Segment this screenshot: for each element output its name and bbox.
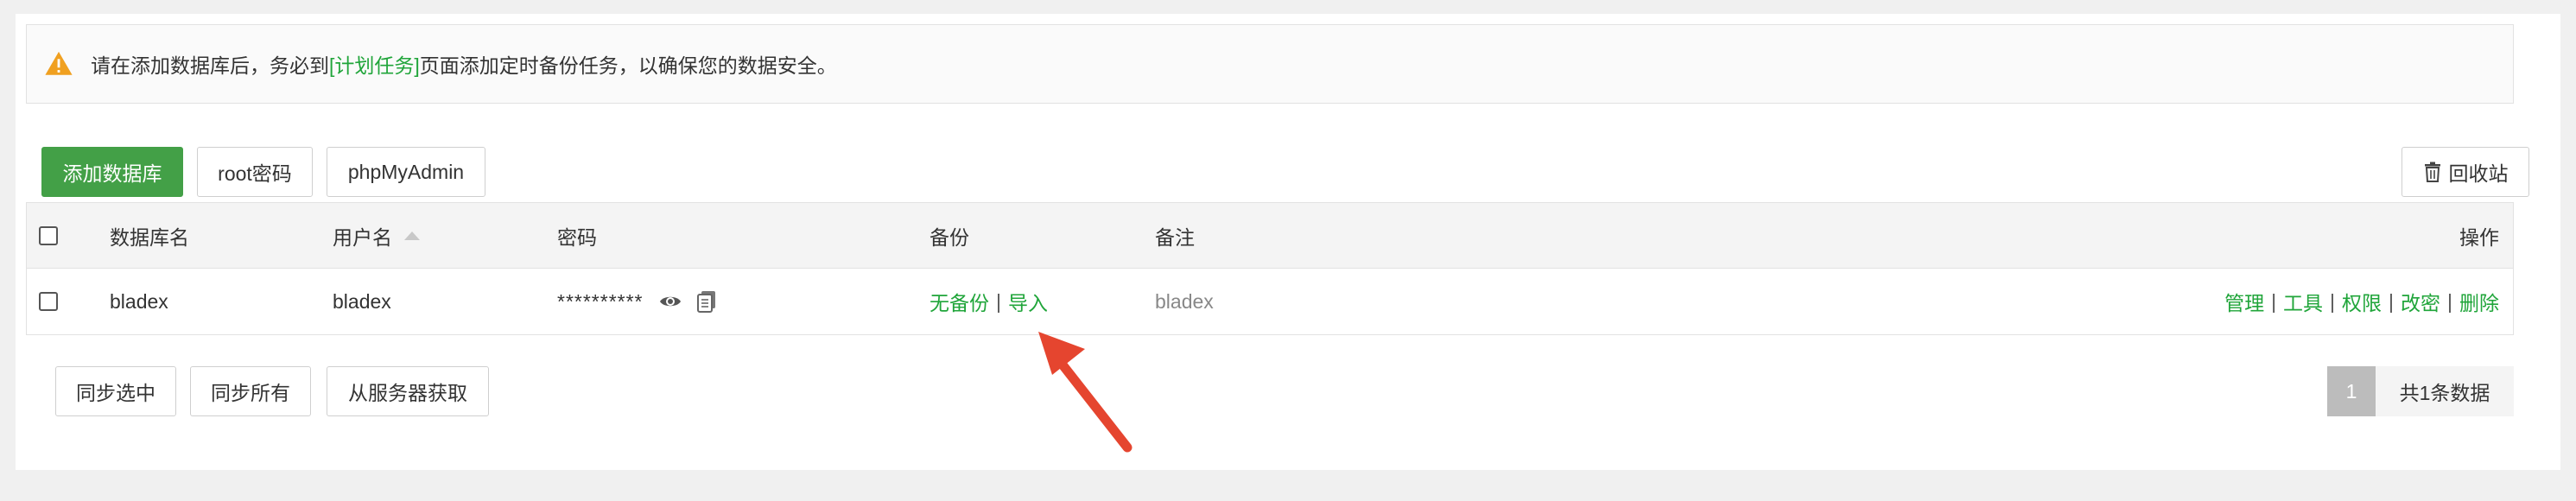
- pagination-current-page[interactable]: 1: [2327, 366, 2376, 416]
- separator: |: [2389, 289, 2395, 313]
- row-checkbox[interactable]: [39, 292, 58, 311]
- table-header: 数据库名 用户名 密码 备份 备注 操作: [27, 203, 2513, 269]
- row-note[interactable]: bladex: [1155, 269, 1214, 334]
- trash-icon: [2424, 162, 2440, 182]
- pagination-total: 共1条数据: [2376, 366, 2514, 416]
- separator: |: [2447, 289, 2452, 313]
- warning-icon: [45, 51, 73, 75]
- separator: |: [2330, 289, 2336, 313]
- row-db-name: bladex: [110, 289, 168, 313]
- recycle-bin-button[interactable]: 回收站: [2402, 147, 2529, 197]
- sync-all-button[interactable]: 同步所有: [190, 366, 311, 416]
- action-permissions-link[interactable]: 权限: [2342, 287, 2382, 316]
- recycle-bin-label: 回收站: [2448, 162, 2509, 185]
- notice-text-after: 页面添加定时备份任务，以确保您的数据安全。: [419, 54, 837, 77]
- password-masked: **********: [557, 289, 644, 313]
- sync-selected-button[interactable]: 同步选中: [55, 366, 176, 416]
- header-username[interactable]: 用户名: [333, 203, 420, 269]
- separator: |: [996, 289, 1001, 313]
- fetch-from-server-button[interactable]: 从服务器获取: [327, 366, 489, 416]
- row-actions: 管理 | 工具 | 权限 | 改密 | 删除: [2224, 269, 2499, 334]
- row-backup: 无备份 | 导入: [930, 269, 1048, 334]
- import-link[interactable]: 导入: [1008, 287, 1048, 316]
- row-password: **********: [557, 269, 716, 334]
- phpmyadmin-button[interactable]: phpMyAdmin: [327, 147, 485, 197]
- header-note: 备注: [1155, 226, 1195, 249]
- row-select-cell: [39, 269, 58, 334]
- header-backup: 备份: [930, 226, 969, 249]
- action-tools-link[interactable]: 工具: [2283, 287, 2323, 316]
- no-backup-link[interactable]: 无备份: [930, 287, 989, 316]
- header-db-name[interactable]: 数据库名: [110, 203, 189, 269]
- action-change-password-link[interactable]: 改密: [2401, 287, 2440, 316]
- action-delete-link[interactable]: 删除: [2459, 287, 2499, 316]
- copy-icon[interactable]: [696, 290, 716, 313]
- root-password-button[interactable]: root密码: [197, 147, 313, 197]
- notice-text-before: 请在添加数据库后，务必到: [91, 54, 329, 77]
- header-password: 密码: [557, 226, 597, 249]
- select-all-cell: [39, 203, 58, 269]
- notice-text: 请在添加数据库后，务必到[计划任务]页面添加定时备份任务，以确保您的数据安全。: [91, 49, 837, 79]
- select-all-checkbox[interactable]: [39, 226, 58, 245]
- header-username-label: 用户名: [333, 226, 392, 249]
- backup-notice: 请在添加数据库后，务必到[计划任务]页面添加定时备份任务，以确保您的数据安全。: [26, 24, 2514, 104]
- action-manage-link[interactable]: 管理: [2224, 287, 2264, 316]
- add-database-button[interactable]: 添加数据库: [41, 147, 183, 197]
- header-actions: 操作: [2459, 226, 2499, 249]
- sort-asc-icon: [404, 231, 420, 240]
- schedule-task-link[interactable]: [计划任务]: [329, 54, 420, 77]
- table-row: bladex bladex ********** 无备份 | 导入 bladex…: [27, 269, 2513, 334]
- database-table: 数据库名 用户名 密码 备份 备注 操作 bladex bladex *****…: [26, 202, 2514, 335]
- eye-icon[interactable]: [659, 294, 682, 309]
- row-username: bladex: [333, 289, 391, 313]
- separator: |: [2271, 289, 2277, 313]
